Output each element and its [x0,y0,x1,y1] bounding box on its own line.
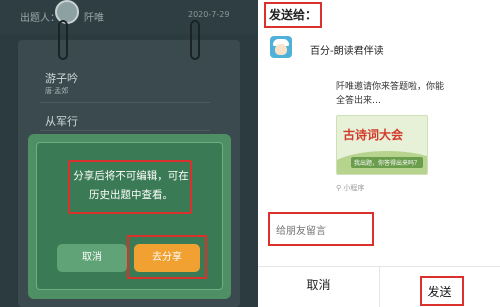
divider [40,102,210,103]
cancel-button[interactable]: 取消 [258,276,379,293]
invite-text: 阡唯邀请你来答题啦，你能全答出来… [336,82,445,106]
header-bar: 出题人： 阡唯 2020-7-29 [0,0,258,34]
binder-ring-left [58,20,68,60]
mini-program-label: ⚲ 小程序 [336,184,365,192]
poem-title[interactable]: 从军行 [45,113,78,129]
banner-subtitle: 我出题，你答得出来吗？ [351,157,424,168]
send-button[interactable]: 发送 [379,283,500,300]
recipient-name: 百分-朗读君伴读 [310,46,384,57]
card-banner: 古诗词大会 我出题，你答得出来吗？ [336,115,428,175]
poem-title[interactable]: 游子吟 [45,70,78,86]
share-button[interactable]: 去分享 [134,244,200,272]
date-text: 2020-7-29 [188,10,230,19]
question-page: 出题人： 阡唯 2020-7-29 游子吟 唐·孟郊 从军行 分享后将不可编辑，… [0,0,258,307]
binder-ring-right [190,20,200,60]
dialog-message: 分享后将不可编辑，可在历史出题中查看。 [73,170,189,201]
author-label: 出题人： [20,13,60,24]
divider [40,130,210,131]
send-to-sheet: 发送给： 百分-朗读君伴读 阡唯邀请你来答题啦，你能全答出来… 古诗词大会 我出… [258,0,500,307]
share-confirm-dialog: 分享后将不可编辑，可在历史出题中查看。 取消 去分享 [28,134,231,299]
message-input[interactable] [276,224,476,238]
poem-author: 唐·孟郊 [45,87,69,95]
cancel-button[interactable]: 取消 [57,244,127,272]
banner-title: 古诗词大会 [343,128,404,142]
link-icon: ⚲ [336,184,342,192]
author-name: 阡唯 [84,13,104,24]
sheet-title: 发送给： [269,8,318,22]
avatar-icon [270,36,292,58]
